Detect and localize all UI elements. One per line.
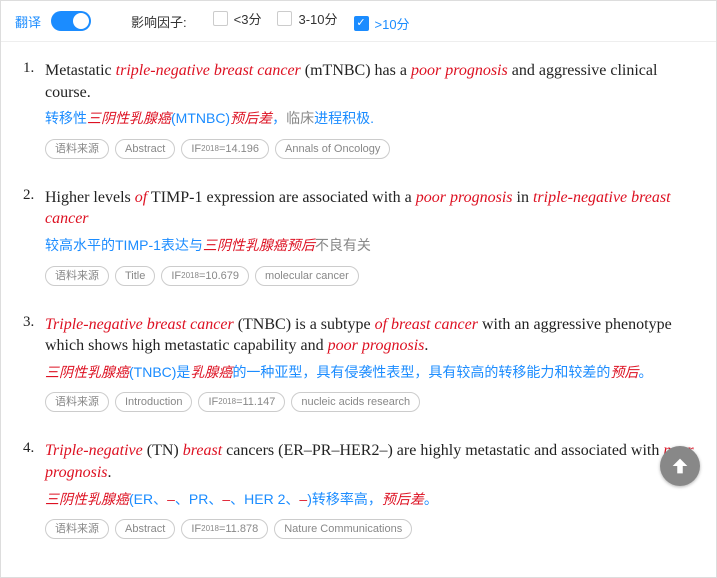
filter-option-label: <3分 <box>234 9 262 28</box>
checkbox-icon <box>213 11 228 26</box>
sentence-english: Triple-negative (TN) breast cancers (ER–… <box>45 440 694 483</box>
item-number: 3. <box>23 314 45 413</box>
tag-journal[interactable]: nucleic acids research <box>291 392 420 412</box>
tag-source[interactable]: 语料来源 <box>45 139 109 159</box>
scroll-to-top-button[interactable] <box>660 446 700 486</box>
tag-source[interactable]: 语料来源 <box>45 266 109 286</box>
filter-option-label: >10分 <box>375 14 410 33</box>
tag-row: 语料来源 Abstract IF2018=14.196 Annals of Oncol… <box>45 139 694 159</box>
sentence-english: Triple-negative breast cancer (TNBC) is … <box>45 314 694 357</box>
tag-section[interactable]: Abstract <box>115 519 175 539</box>
tag-section[interactable]: Abstract <box>115 139 175 159</box>
tag-impact-factor[interactable]: IF2018=11.878 <box>181 519 268 539</box>
result-item: 1.Metastatic triple-negative breast canc… <box>23 60 694 159</box>
impact-factor-label: 影响因子: <box>131 12 187 31</box>
result-item: 4.Triple-negative (TN) breast cancers (E… <box>23 440 694 539</box>
tag-row: 语料来源 Title IF2018=10.679 molecular cancer <box>45 266 694 286</box>
tag-section[interactable]: Title <box>115 266 155 286</box>
filter-option-1[interactable]: 3-10分 <box>277 9 337 28</box>
filter-option-0[interactable]: <3分 <box>213 9 262 28</box>
tag-journal[interactable]: Nature Communications <box>274 519 412 539</box>
tag-impact-factor[interactable]: IF2018=14.196 <box>181 139 269 159</box>
checkbox-icon <box>277 11 292 26</box>
sentence-translation: 三阴性乳腺癌(TNBC)是乳腺癌的一种亚型，具有侵袭性表型，具有较高的转移能力和… <box>45 363 694 383</box>
filter-option-label: 3-10分 <box>298 9 337 28</box>
arrow-up-icon <box>669 455 691 477</box>
filter-option-2[interactable]: ✓ >10分 <box>354 14 410 33</box>
sentence-translation: 转移性三阴性乳腺癌(MTNBC)预后差，临床进程积极. <box>45 109 694 129</box>
tag-section[interactable]: Introduction <box>115 392 192 412</box>
sentence-english: Metastatic triple-negative breast cancer… <box>45 60 694 103</box>
sentence-translation: 较高水平的TIMP-1表达与三阴性乳腺癌预后不良有关 <box>45 236 694 256</box>
tag-source[interactable]: 语料来源 <box>45 519 109 539</box>
filter-bar: 翻译 影响因子: <3分 3-10分 ✓ >10分 <box>1 1 716 42</box>
translate-label: 翻译 <box>15 12 41 31</box>
tag-row: 语料来源 Introduction IF2018=11.147 nucleic aci… <box>45 392 694 412</box>
sentence-english: Higher levels of TIMP-1 expression are a… <box>45 187 694 230</box>
sentence-translation: 三阴性乳腺癌(ER、–、PR、–、HER 2、–)转移率高，预后差。 <box>45 490 694 510</box>
tag-journal[interactable]: molecular cancer <box>255 266 359 286</box>
result-item: 3.Triple-negative breast cancer (TNBC) i… <box>23 314 694 413</box>
tag-source[interactable]: 语料来源 <box>45 392 109 412</box>
item-number: 2. <box>23 187 45 286</box>
tag-row: 语料来源 Abstract IF2018=11.878 Nature Communic… <box>45 519 694 539</box>
tag-impact-factor[interactable]: IF2018=10.679 <box>161 266 249 286</box>
item-number: 4. <box>23 440 45 539</box>
item-number: 1. <box>23 60 45 159</box>
results-list: 1.Metastatic triple-negative breast canc… <box>1 42 716 577</box>
translate-toggle[interactable] <box>51 11 91 31</box>
checkbox-icon: ✓ <box>354 16 369 31</box>
result-item: 2.Higher levels of TIMP-1 expression are… <box>23 187 694 286</box>
tag-journal[interactable]: Annals of Oncology <box>275 139 390 159</box>
tag-impact-factor[interactable]: IF2018=11.147 <box>198 392 285 412</box>
